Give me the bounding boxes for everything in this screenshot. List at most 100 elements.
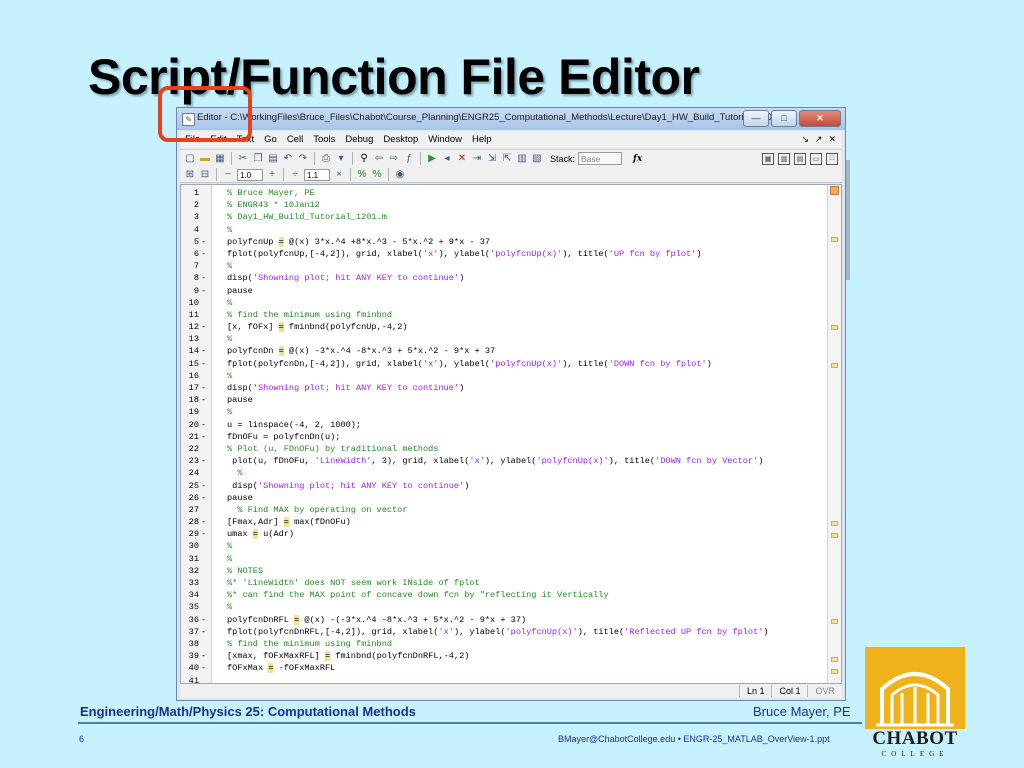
code-line[interactable]: 28- [Fmax,Adr] = max(fDnOFu) (181, 516, 827, 528)
code-line[interactable]: 41 (181, 675, 827, 684)
code-line[interactable]: 33 %* 'LineWidth' does NOT seem work INsi… (181, 577, 827, 589)
breakpoint-dash[interactable]: - (201, 480, 206, 492)
paste-icon[interactable]: ▤ (267, 153, 279, 165)
tile-layout-icon[interactable]: ▦ (762, 152, 774, 165)
breakpoint-dash[interactable]: - (201, 382, 206, 394)
menu-help[interactable]: Help (467, 134, 497, 145)
message-mark[interactable] (831, 533, 838, 538)
breakpoint-dash[interactable]: - (201, 431, 206, 443)
breakpoint-dash[interactable]: - (201, 394, 206, 406)
breakpoint-dash[interactable]: - (201, 345, 206, 357)
menu-tools[interactable]: Tools (308, 134, 340, 145)
menu-debug[interactable]: Debug (340, 134, 378, 145)
back-icon[interactable]: ⇦ (373, 153, 385, 165)
code-line[interactable]: 6- fplot(polyfcnUp,[-4,2]), grid, xlabel(… (181, 248, 827, 260)
code-line[interactable]: 13% (181, 333, 827, 345)
uncomment-icon[interactable]: % (371, 169, 383, 181)
message-mark[interactable] (831, 237, 838, 242)
breakpoint-dash[interactable]: - (201, 236, 206, 248)
breakpoint-dash[interactable]: - (201, 358, 206, 370)
clear-breakpoints-icon[interactable]: ✕ (456, 153, 468, 165)
undo-icon[interactable]: ↶ (282, 153, 294, 165)
vertical-scrollbar[interactable] (827, 185, 841, 683)
dock-icon[interactable]: ↗ (815, 134, 823, 145)
close-doc-icon[interactable]: ✕ (828, 134, 836, 145)
function-browser-icon[interactable]: ƒ (403, 153, 415, 165)
decrement-button[interactable]: − (222, 169, 234, 181)
increment-button[interactable]: + (266, 169, 278, 181)
message-mark[interactable] (831, 325, 838, 330)
code-line[interactable]: 15- fplot(polyfcnDn,[-4,2]), grid, xlabel… (181, 358, 827, 370)
code-line[interactable]: 11 % find the minimum using fminbnd (181, 309, 827, 321)
code-line[interactable]: 3 % Day1_HW_Build_Tutorial_1201.m (181, 211, 827, 223)
code-line[interactable]: 35% (181, 601, 827, 613)
cut-icon[interactable]: ✂ (237, 153, 249, 165)
code-line[interactable]: 32 % NOTES (181, 565, 827, 577)
code-line[interactable]: 39- [xmax, fOFxMaxRFL] = fminbnd(polyfcnD… (181, 650, 827, 662)
forward-icon[interactable]: ⇨ (388, 153, 400, 165)
breakpoint-icon[interactable]: ◂ (441, 153, 453, 165)
message-mark[interactable] (831, 363, 838, 368)
code-line[interactable]: 14- polyfcnDn = @(x) -3*x.^4 -8*x.^3 + 5*… (181, 345, 827, 357)
menu-cell[interactable]: Cell (282, 134, 308, 145)
maximize-button[interactable]: □ (771, 110, 797, 127)
warning-indicator[interactable] (830, 186, 839, 195)
message-mark[interactable] (831, 521, 838, 526)
code-line[interactable]: 30% (181, 540, 827, 552)
code-line[interactable]: 24 % (181, 467, 827, 479)
step-in-icon[interactable]: ⇲ (486, 153, 498, 165)
breakpoint-dash[interactable]: - (201, 662, 206, 674)
code-line[interactable]: 27 % Find MAX by operating on vector (181, 504, 827, 516)
code-line[interactable]: 34 %* can find the MAX point of concave d… (181, 589, 827, 601)
breakpoint-dash[interactable]: - (201, 455, 206, 467)
print-icon[interactable]: ⎙ (320, 153, 332, 165)
breakpoint-dash[interactable]: - (201, 272, 206, 284)
code-line[interactable]: 29- umax = u(Adr) (181, 528, 827, 540)
cell-mode-icon[interactable]: ⊞ (184, 169, 196, 181)
copy-icon[interactable]: ❐ (252, 153, 264, 165)
code-line[interactable]: 38 % find the minimum using fminbnd (181, 638, 827, 650)
code-line[interactable]: 26- pause (181, 492, 827, 504)
continue-icon[interactable]: ▥ (516, 153, 528, 165)
code-editor[interactable]: 1 % Bruce Mayer, PE 2 % ENGR43 * 10Jan12 3 % … (180, 184, 842, 684)
code-line[interactable]: 5- polyfcnUp = @(x) 3*x.^4 +8*x.^3 - 5*x.… (181, 236, 827, 248)
open-folder-icon[interactable]: ▬ (199, 153, 211, 165)
breakpoint-dash[interactable]: - (201, 248, 206, 260)
code-line[interactable]: 4% (181, 224, 827, 236)
message-mark[interactable] (831, 619, 838, 624)
breakpoint-dash[interactable]: - (201, 614, 206, 626)
cell-eval-icon[interactable]: ⊟ (199, 169, 211, 181)
stack-select[interactable]: Base (578, 152, 623, 165)
code-line[interactable]: 21- fDnOFu = polyfcnDn(u); (181, 431, 827, 443)
menu-go[interactable]: Go (259, 134, 282, 145)
menu-window[interactable]: Window (423, 134, 467, 145)
cell-value-input-2[interactable]: 1.1 (304, 168, 330, 181)
message-mark[interactable] (831, 669, 838, 674)
code-line[interactable]: 19% (181, 406, 827, 418)
step-icon[interactable]: ⇥ (471, 153, 483, 165)
save-icon[interactable]: ▦ (214, 153, 226, 165)
editor-titlebar[interactable]: ✎ Editor - C:\WorkingFiles\Bruce_Files\C… (177, 108, 845, 130)
code-line[interactable]: 37- fplot(polyfcnDnRFL,[-4,2]), grid, xla… (181, 626, 827, 638)
cell-value-input-1[interactable]: 1.0 (237, 168, 263, 181)
menu-desktop[interactable]: Desktop (378, 134, 423, 145)
cell-help-icon[interactable]: ◉ (394, 169, 406, 181)
code-line[interactable]: 10% (181, 297, 827, 309)
fx-button[interactable]: fx (633, 154, 642, 164)
breakpoint-dash[interactable]: - (201, 419, 206, 431)
new-file-icon[interactable]: ▢ (184, 153, 196, 165)
code-line[interactable]: 31% (181, 553, 827, 565)
redo-icon[interactable]: ↷ (297, 153, 309, 165)
float-icon[interactable]: ▭ (810, 152, 822, 165)
divide-button[interactable]: ÷ (289, 169, 301, 181)
close-button[interactable]: ✕ (799, 110, 841, 127)
multiply-button[interactable]: × (333, 169, 345, 181)
breakpoint-dash[interactable]: - (201, 528, 206, 540)
split-vertical-icon[interactable]: ▥ (778, 152, 790, 165)
code-line[interactable]: 40- fOFxMax = -fOFxMaxRFL (181, 662, 827, 674)
step-out-icon[interactable]: ⇱ (501, 153, 513, 165)
code-line[interactable]: 9- pause (181, 285, 827, 297)
exit-debug-icon[interactable]: ▧ (531, 153, 543, 165)
code-line[interactable]: 25- disp('Showning plot; hit ANY KEY to … (181, 480, 827, 492)
code-line[interactable]: 1 % Bruce Mayer, PE (181, 187, 827, 199)
